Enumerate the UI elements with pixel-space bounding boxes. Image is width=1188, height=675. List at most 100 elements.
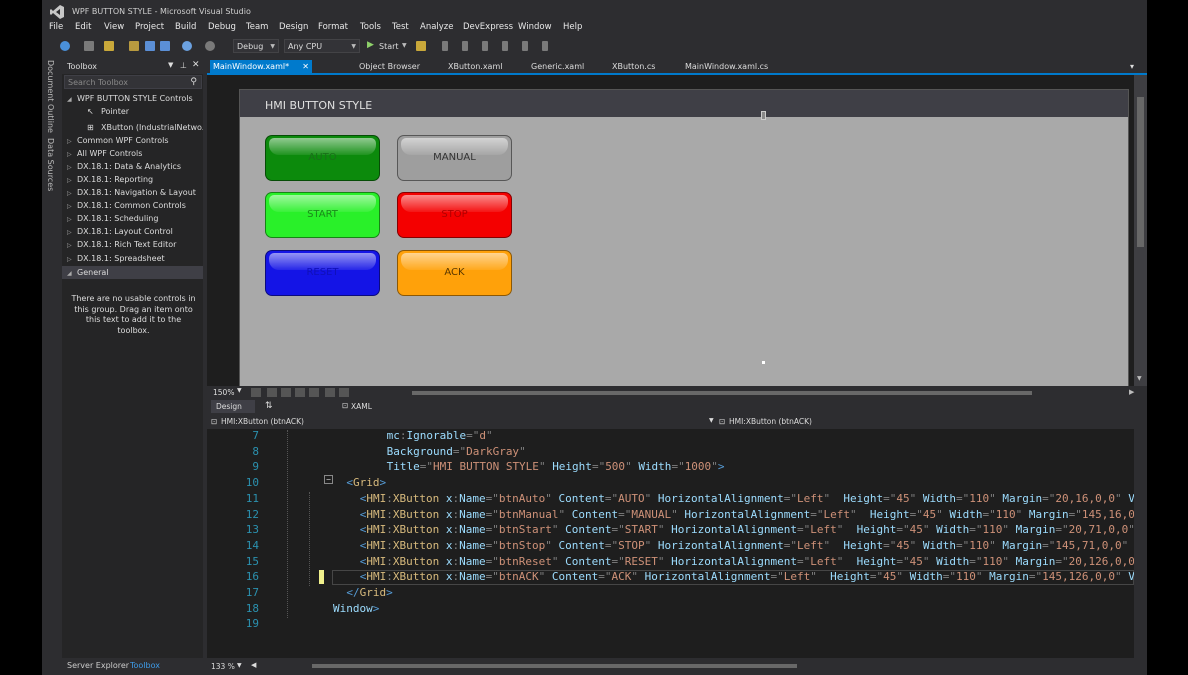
toolbox-search-input[interactable]: Search Toolbox ⚲ bbox=[64, 75, 202, 89]
menu-debug[interactable]: Debug bbox=[208, 22, 236, 32]
collapsed-arrow-icon[interactable]: ▷ bbox=[67, 187, 77, 199]
toolbox-item[interactable]: ⊞ XButton (IndustrialNetwo... bbox=[62, 121, 203, 134]
collapsed-arrow-icon[interactable]: ▷ bbox=[67, 161, 77, 173]
outdent-icon[interactable] bbox=[522, 41, 528, 51]
toolbox-item[interactable]: ▷ DX.18.1: Spreadsheet bbox=[62, 252, 203, 265]
collapsed-arrow-icon[interactable]: ▷ bbox=[67, 135, 77, 147]
hmi-button-stop[interactable]: STOP bbox=[397, 192, 512, 238]
grid-icon[interactable] bbox=[267, 388, 277, 397]
new-project-icon[interactable] bbox=[104, 41, 114, 51]
close-icon[interactable]: ✕ bbox=[302, 62, 309, 71]
code-line[interactable]: </Grid> bbox=[346, 586, 392, 599]
doc-tab[interactable]: MainWindow.xaml.cs bbox=[682, 60, 768, 73]
toolbox-item[interactable]: ▷ DX.18.1: Scheduling bbox=[62, 212, 203, 225]
expanded-arrow-icon[interactable]: ◢ bbox=[67, 93, 77, 105]
tab-overflow-icon[interactable]: ▾ bbox=[1127, 60, 1137, 73]
horizontal-scrollbar-thumb[interactable] bbox=[312, 664, 797, 668]
code-line[interactable]: <Grid> bbox=[346, 476, 386, 489]
side-tab-document-outline[interactable]: Document Outline bbox=[46, 60, 55, 133]
menu-tools[interactable]: Tools bbox=[360, 22, 381, 32]
search-icon[interactable]: ⚲ bbox=[190, 77, 197, 87]
close-icon[interactable]: ✕ bbox=[192, 60, 200, 70]
collapsed-arrow-icon[interactable]: ▷ bbox=[67, 200, 77, 212]
hmi-button-manual[interactable]: MANUAL bbox=[397, 135, 512, 181]
menu-analyze[interactable]: Analyze bbox=[420, 22, 454, 32]
side-tab-data-sources[interactable]: Data Sources bbox=[46, 138, 55, 191]
hmi-button-reset[interactable]: RESET bbox=[265, 250, 380, 296]
code-line[interactable]: Window> bbox=[333, 602, 379, 615]
toolbox-item[interactable]: ▷ DX.18.1: Reporting bbox=[62, 173, 203, 186]
tab-server-explorer[interactable]: Server Explorer bbox=[67, 661, 129, 670]
menu-help[interactable]: Help bbox=[563, 22, 582, 32]
menu-devexpress[interactable]: DevExpress bbox=[463, 22, 513, 32]
designer-vertical-scrollbar[interactable]: ▼ bbox=[1134, 75, 1147, 386]
menu-team[interactable]: Team bbox=[246, 22, 268, 32]
forward-icon[interactable] bbox=[84, 41, 94, 51]
collapsed-arrow-icon[interactable]: ▷ bbox=[67, 253, 77, 265]
solution-explorer-icon[interactable] bbox=[416, 41, 426, 51]
code-line[interactable]: <HMI:XButton x:Name="btnReset" Content="… bbox=[360, 555, 1134, 568]
scroll-left-icon[interactable]: ◀ bbox=[251, 661, 256, 669]
code-line[interactable]: <HMI:XButton x:Name="btnStart" Content="… bbox=[360, 523, 1134, 536]
start-button[interactable]: Start bbox=[379, 42, 399, 51]
undo-icon[interactable] bbox=[182, 41, 192, 51]
path-right[interactable]: HMI:XButton (btnACK) bbox=[729, 417, 812, 426]
redo-icon[interactable] bbox=[205, 41, 215, 51]
tab-xaml[interactable]: XAML bbox=[351, 402, 372, 411]
xaml-code-editor[interactable]: − 7 mc:Ignorable="d" 8 Background="DarkGray… bbox=[207, 429, 1134, 658]
open-file-icon[interactable] bbox=[129, 41, 139, 51]
chevron-down-icon[interactable]: ▼ bbox=[402, 42, 407, 49]
bookmark-icon[interactable] bbox=[482, 41, 488, 51]
tab-toolbox[interactable]: Toolbox bbox=[130, 661, 160, 670]
menu-window[interactable]: Window bbox=[518, 22, 552, 32]
doc-tab[interactable]: Generic.xaml bbox=[528, 60, 584, 73]
menu-design[interactable]: Design bbox=[279, 22, 308, 32]
save-all-icon[interactable] bbox=[160, 41, 170, 51]
scroll-right-icon[interactable]: ▶ bbox=[1129, 388, 1134, 396]
find-icon[interactable] bbox=[442, 41, 448, 51]
menu-format[interactable]: Format bbox=[318, 22, 348, 32]
toolbox-item[interactable]: ▷ DX.18.1: Data & Analytics bbox=[62, 160, 203, 173]
comment-icon[interactable] bbox=[462, 41, 468, 51]
code-line[interactable]: <HMI:XButton x:Name="btnAuto" Content="A… bbox=[360, 492, 1134, 505]
code-line[interactable]: <HMI:XButton x:Name="btnStop" Content="S… bbox=[360, 539, 1134, 552]
platform-select[interactable]: Any CPU ▼ bbox=[284, 39, 360, 53]
menu-build[interactable]: Build bbox=[175, 22, 196, 32]
doc-tab[interactable]: MainWindow.xaml* ✕ bbox=[210, 60, 312, 73]
hmi-button-auto[interactable]: AUTO bbox=[265, 135, 380, 181]
snap-icon[interactable] bbox=[295, 388, 305, 397]
grid-lines-icon[interactable] bbox=[281, 388, 291, 397]
menu-file[interactable]: File bbox=[49, 22, 63, 32]
resize-handle[interactable] bbox=[761, 111, 766, 120]
pin-icon[interactable]: ⊥ bbox=[180, 61, 187, 70]
configuration-select[interactable]: Debug ▼ bbox=[233, 39, 279, 53]
collapsed-arrow-icon[interactable]: ▷ bbox=[67, 239, 77, 251]
chevron-down-icon[interactable]: ▼ bbox=[237, 662, 242, 669]
toolbox-item[interactable]: ▷ DX.18.1: Navigation & Layout bbox=[62, 186, 203, 199]
refresh-icon[interactable] bbox=[325, 388, 335, 397]
indent-icon[interactable] bbox=[502, 41, 508, 51]
format-icon[interactable] bbox=[542, 41, 548, 51]
menu-project[interactable]: Project bbox=[135, 22, 164, 32]
start-icon[interactable]: ▶ bbox=[367, 40, 374, 50]
collapsed-arrow-icon[interactable]: ▷ bbox=[67, 213, 77, 225]
expanded-arrow-icon[interactable]: ◢ bbox=[67, 267, 77, 279]
designer-window-preview[interactable]: HMI BUTTON STYLE AUTO MANUAL START STOP RESE… bbox=[239, 89, 1129, 386]
scrollbar-thumb[interactable] bbox=[1137, 97, 1144, 247]
menu-edit[interactable]: Edit bbox=[75, 22, 91, 32]
toolbox-item[interactable]: ↖ Pointer bbox=[62, 105, 203, 118]
back-icon[interactable] bbox=[60, 41, 70, 51]
path-left[interactable]: HMI:XButton (btnACK) bbox=[221, 417, 304, 426]
tab-design[interactable]: Design bbox=[211, 400, 255, 413]
save-icon[interactable] bbox=[145, 41, 155, 51]
chevron-down-icon[interactable]: ▼ bbox=[709, 417, 714, 424]
swap-panes-icon[interactable]: ⇅ bbox=[265, 401, 273, 411]
menu-view[interactable]: View bbox=[104, 22, 124, 32]
toolbox-item[interactable]: ▷ All WPF Controls bbox=[62, 147, 203, 160]
doc-tab[interactable]: XButton.cs bbox=[609, 60, 657, 73]
code-line[interactable]: Title="HMI BUTTON STYLE" Height="500" Wi… bbox=[387, 460, 725, 473]
toolbox-item[interactable]: ▷ DX.18.1: Layout Control bbox=[62, 225, 203, 238]
chevron-down-icon[interactable]: ▼ bbox=[237, 387, 242, 394]
designer-zoom-level[interactable]: 150% bbox=[213, 388, 234, 397]
collapse-icon[interactable]: − bbox=[324, 475, 333, 484]
